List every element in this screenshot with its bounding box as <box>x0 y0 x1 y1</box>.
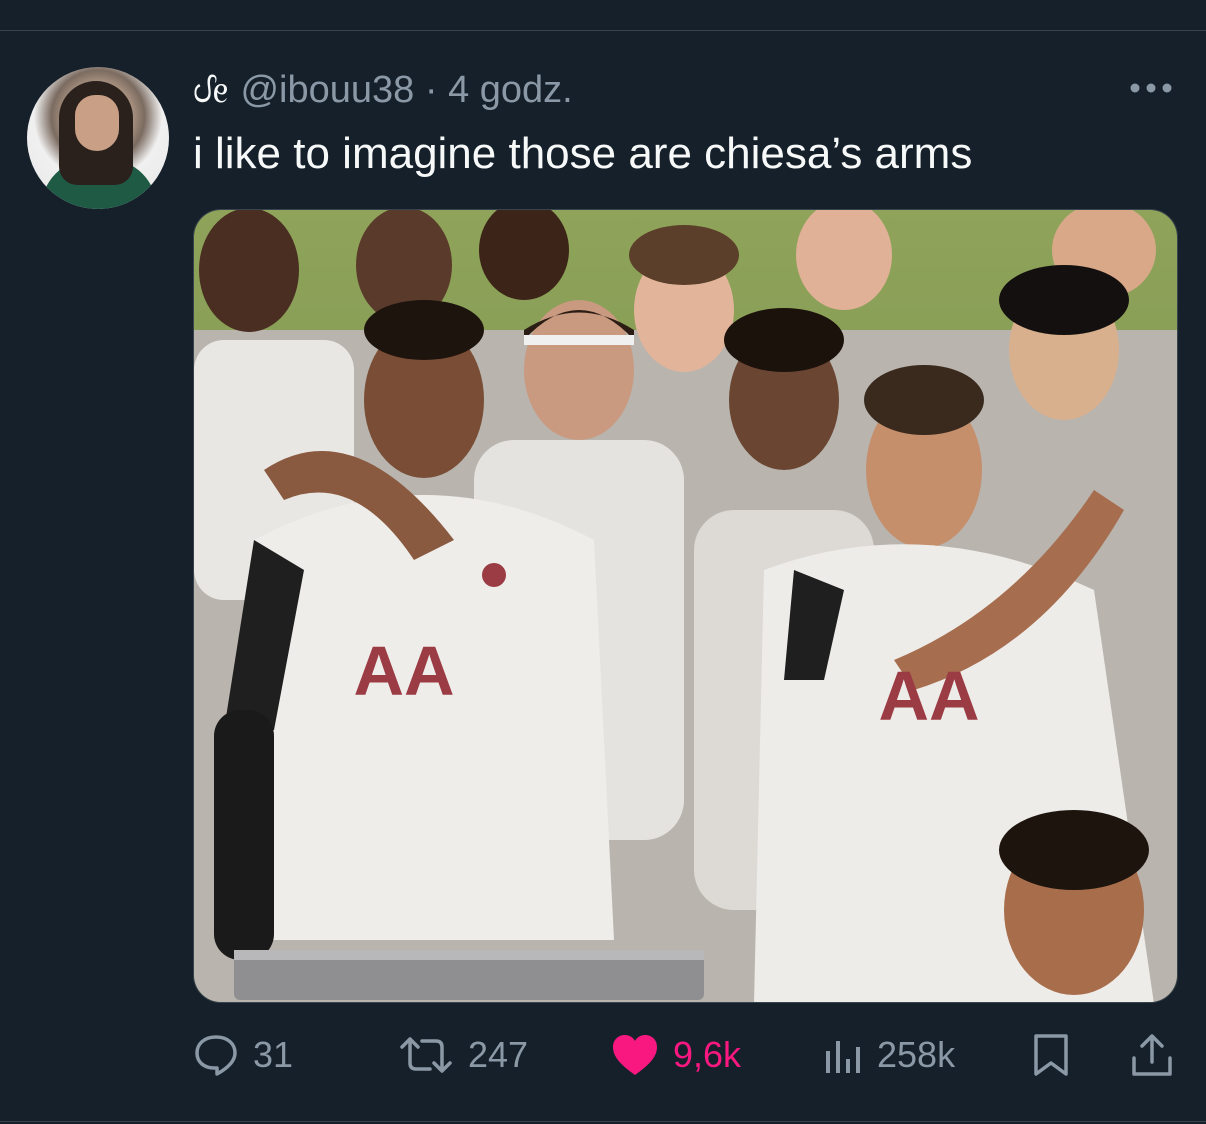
share-upload-icon <box>1130 1032 1174 1078</box>
views-bar-chart-icon <box>823 1033 863 1077</box>
tweet-header: ᦔᧉ @ibouu38 · 4 godz. <box>193 64 573 116</box>
bookmark-button[interactable] <box>1032 1025 1070 1085</box>
user-handle[interactable]: @ibouu38 <box>240 69 414 111</box>
bottom-divider <box>0 1121 1206 1122</box>
like-count: 9,6k <box>673 1034 742 1075</box>
bookmark-icon <box>1032 1032 1070 1078</box>
views-count: 258k <box>877 1034 956 1075</box>
heart-filled-icon <box>611 1033 659 1077</box>
reply-icon <box>193 1033 239 1077</box>
retweet-button[interactable]: 247 <box>398 1025 528 1085</box>
top-divider <box>0 30 1206 31</box>
retweet-icon <box>398 1033 454 1077</box>
tweet-time[interactable]: 4 godz. <box>448 69 573 111</box>
views-button[interactable]: 258k <box>823 1025 955 1085</box>
jersey-sponsor-right: AA <box>878 657 979 735</box>
user-avatar[interactable] <box>27 67 169 209</box>
retweet-count: 247 <box>468 1034 529 1075</box>
share-button[interactable] <box>1130 1025 1174 1085</box>
more-dots-icon[interactable] <box>1127 74 1175 102</box>
tweet-actions: 31 247 9,6k 258k <box>0 1025 1206 1085</box>
display-name[interactable]: ᦔᧉ <box>193 69 228 111</box>
tweet-photo[interactable]: AA AA <box>193 209 1178 1003</box>
reply-button[interactable]: 31 <box>193 1025 293 1085</box>
like-button[interactable]: 9,6k <box>611 1025 741 1085</box>
reply-count: 31 <box>253 1034 294 1075</box>
avatar-face <box>75 95 119 151</box>
header-separator: · <box>424 69 438 111</box>
tweet-text: i like to imagine those are chiesa’s arm… <box>193 129 973 178</box>
jersey-sponsor-left: AA <box>353 632 454 710</box>
